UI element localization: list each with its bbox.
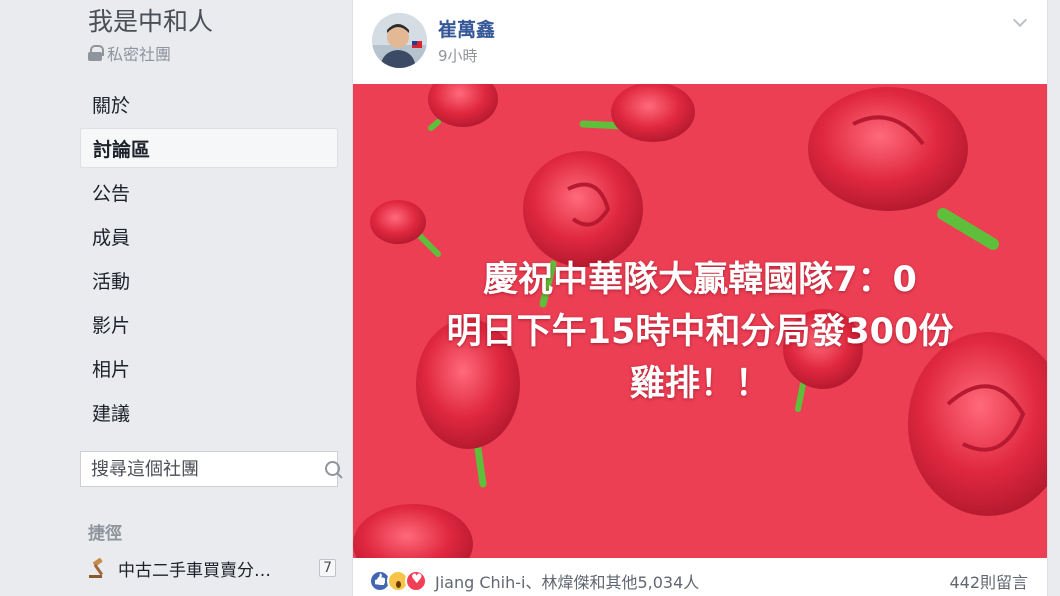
lock-icon — [88, 45, 104, 61]
image-caption: 慶祝中華隊大贏韓國隊7：0 明日下午15時中和分局發300份 雞排！！ — [353, 254, 1047, 410]
gavel-icon — [89, 557, 104, 578]
group-name[interactable]: 我是中和人 — [88, 2, 213, 38]
shortcut-count-badge: 7 — [319, 559, 336, 577]
love-icon — [405, 570, 427, 592]
nav-item-photos[interactable]: 相片 — [80, 348, 338, 388]
reactions-summary[interactable]: Jiang Chih-i、林煒傑和其他5,034人 — [435, 569, 699, 593]
rose-decoration — [353, 504, 473, 558]
nav-item-members[interactable]: 成員 — [80, 216, 338, 256]
group-nav: 關於 討論區 公告 成員 活動 影片 相片 建議 — [80, 84, 338, 436]
reaction-icons[interactable] — [369, 570, 427, 592]
post-author-name[interactable]: 崔萬鑫 — [438, 15, 495, 42]
chevron-down-icon[interactable] — [1012, 14, 1028, 30]
privacy-label: 私密社團 — [107, 45, 172, 64]
search-icon[interactable] — [316, 452, 340, 486]
nav-item-discussion[interactable]: 討論區 — [80, 128, 338, 168]
post-image[interactable]: 慶祝中華隊大贏韓國隊7：0 明日下午15時中和分局發300份 雞排！！ — [353, 84, 1047, 558]
rose-decoration — [428, 84, 498, 131]
post-timestamp[interactable]: 9小時 — [438, 45, 478, 66]
avatar-image — [372, 13, 427, 68]
group-search-input[interactable] — [81, 452, 316, 486]
nav-item-announcements[interactable]: 公告 — [80, 172, 338, 212]
post-footer: Jiang Chih-i、林煒傑和其他5,034人 442則留言 — [353, 566, 1047, 596]
group-sidebar: 我是中和人 私密社團 關於 討論區 公告 成員 活動 影片 相片 建議 捷徑 中… — [0, 0, 352, 596]
rose-decoration — [808, 87, 999, 250]
author-avatar[interactable] — [372, 13, 427, 68]
group-privacy: 私密社團 — [88, 41, 171, 65]
group-search — [80, 451, 340, 487]
caption-line: 雞排！！ — [629, 364, 770, 404]
caption-line: 慶祝中華隊大贏韓國隊7：0 — [483, 260, 917, 300]
nav-item-videos[interactable]: 影片 — [80, 304, 338, 344]
shortcut-item[interactable]: 中古二手車買賣分… 7 — [86, 554, 336, 582]
rose-decoration — [370, 200, 441, 257]
rose-decoration — [579, 84, 695, 142]
group-post: 崔萬鑫 9小時 慶祝中華隊大贏韓國隊7：0 明日下午15時中和分局發300份 雞… — [352, 0, 1048, 596]
nav-item-events[interactable]: 活動 — [80, 260, 338, 300]
comments-count[interactable]: 442則留言 — [949, 569, 1028, 593]
nav-item-about[interactable]: 關於 — [80, 84, 338, 124]
shortcut-label: 中古二手車買賣分… — [118, 560, 271, 581]
shortcuts-title: 捷徑 — [88, 524, 122, 544]
nav-item-suggestions[interactable]: 建議 — [80, 392, 338, 432]
caption-line: 明日下午15時中和分局發300份 — [446, 312, 954, 352]
